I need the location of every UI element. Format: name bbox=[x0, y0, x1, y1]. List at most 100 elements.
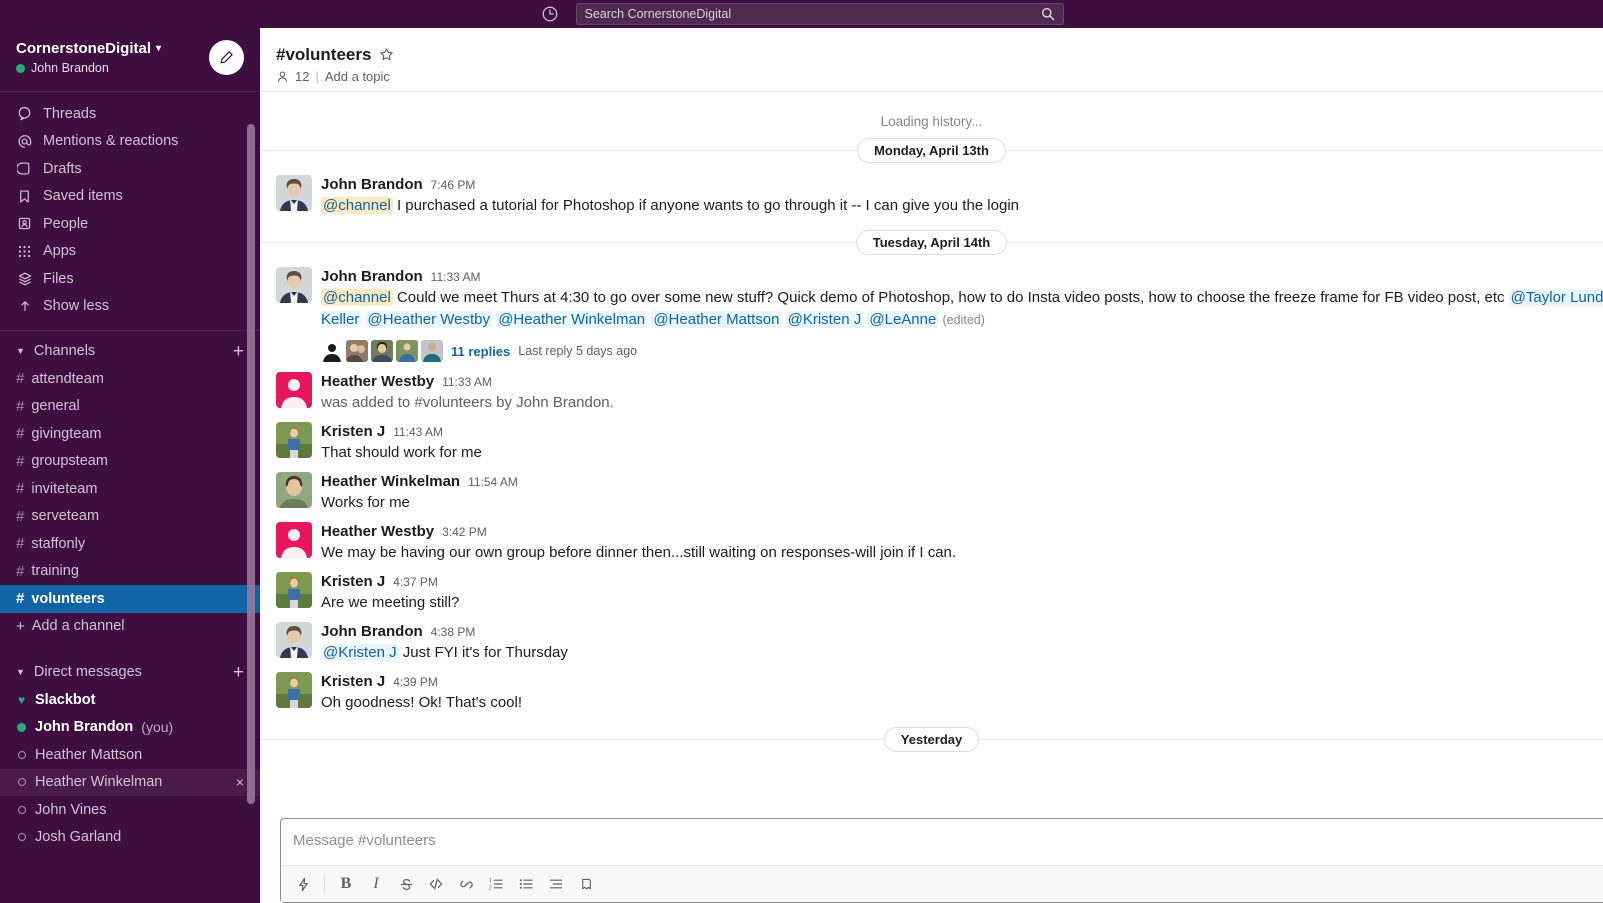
channel-mention[interactable]: @channel bbox=[321, 289, 393, 306]
message-timestamp[interactable]: 3:42 PM bbox=[442, 522, 487, 542]
message-author[interactable]: Kristen J bbox=[321, 672, 385, 692]
workspace-header[interactable]: CornerstoneDigital ▾ John Brandon bbox=[0, 28, 260, 92]
close-dm-icon[interactable]: × bbox=[236, 774, 244, 790]
message-timestamp[interactable]: 11:33 AM bbox=[431, 267, 481, 287]
message-author[interactable]: Kristen J bbox=[321, 572, 385, 592]
sidebar-channel-givingteam[interactable]: # givingteam bbox=[0, 420, 260, 448]
date-pill[interactable]: Monday, April 13th bbox=[857, 137, 1006, 163]
sidebar-item-mentions[interactable]: Mentions & reactions bbox=[0, 128, 260, 156]
message-author[interactable]: Heather Westby bbox=[321, 522, 434, 542]
user-mention[interactable]: @Kristen J bbox=[785, 311, 864, 328]
sidebar-dm-heather-winkelman[interactable]: Heather Winkelman × bbox=[0, 768, 260, 796]
channels-section-header[interactable]: ▼ Channels + bbox=[0, 337, 260, 365]
add-channel-icon[interactable]: + bbox=[233, 342, 244, 361]
message-text: @channel I purchased a tutorial for Phot… bbox=[321, 195, 1583, 217]
new-dm-icon[interactable]: + bbox=[233, 663, 244, 682]
message-timestamp[interactable]: 4:39 PM bbox=[393, 672, 438, 692]
add-topic-button[interactable]: Add a topic bbox=[325, 69, 390, 84]
sidebar-channel-serveteam[interactable]: # serveteam bbox=[0, 503, 260, 531]
message-input[interactable]: Message #volunteers bbox=[281, 819, 1603, 865]
user-mention[interactable]: @Heather Mattson bbox=[651, 311, 782, 328]
bulleted-list-button[interactable] bbox=[512, 871, 540, 897]
italic-button[interactable]: I bbox=[362, 871, 390, 897]
sidebar-item-apps[interactable]: Apps bbox=[0, 238, 260, 266]
message-timestamp[interactable]: 7:46 PM bbox=[431, 175, 476, 195]
message-timestamp[interactable]: 11:43 AM bbox=[393, 422, 443, 442]
history-clock-icon[interactable] bbox=[540, 4, 560, 24]
sidebar-item-show-less[interactable]: Show less bbox=[0, 293, 260, 321]
date-pill[interactable]: Yesterday bbox=[883, 726, 980, 752]
sidebar-channel-volunteers[interactable]: # volunteers bbox=[0, 585, 260, 613]
member-count[interactable]: 12 bbox=[295, 69, 309, 84]
workspace-switcher[interactable]: CornerstoneDigital ▾ bbox=[16, 40, 161, 58]
john-brandon-avatar[interactable] bbox=[276, 267, 312, 303]
dm-section-header[interactable]: ▼ Direct messages + bbox=[0, 658, 260, 686]
message-timestamp[interactable]: 11:33 AM bbox=[442, 372, 492, 392]
blockquote-button[interactable] bbox=[542, 871, 570, 897]
star-outline-icon[interactable] bbox=[379, 47, 394, 62]
sidebar-item-threads[interactable]: Threads bbox=[0, 100, 260, 128]
composer-wrapper: Message #volunteers B I 1 2 bbox=[260, 818, 1603, 903]
kristen-j-avatar[interactable] bbox=[276, 672, 312, 708]
kristen-j-avatar[interactable] bbox=[276, 572, 312, 608]
user-mention[interactable]: @LeAnne bbox=[867, 311, 939, 328]
code-block-button[interactable] bbox=[572, 871, 600, 897]
sidebar-dm-john-brandon[interactable]: John Brandon (you) bbox=[0, 714, 260, 742]
reply-avatar-4 bbox=[396, 340, 418, 362]
channel-mention[interactable]: @channel bbox=[321, 197, 393, 214]
shortcuts-lightning-icon[interactable] bbox=[289, 871, 317, 897]
message-author[interactable]: John Brandon bbox=[321, 175, 423, 195]
ordered-list-button[interactable]: 1 2 bbox=[482, 871, 510, 897]
add-a-channel-button[interactable]: + Add a channel bbox=[0, 613, 260, 641]
sidebar-channel-groupsteam[interactable]: # groupsteam bbox=[0, 448, 260, 476]
sidebar-item-people[interactable]: People bbox=[0, 210, 260, 238]
strikethrough-button[interactable] bbox=[392, 871, 420, 897]
sidebar-channel-general[interactable]: # general bbox=[0, 393, 260, 421]
message-author[interactable]: Heather Winkelman bbox=[321, 472, 460, 492]
message-author[interactable]: John Brandon bbox=[321, 622, 423, 642]
message-item: Heather Winkelman 11:54 AM Works for me bbox=[260, 468, 1603, 518]
message-author[interactable]: Kristen J bbox=[321, 422, 385, 442]
sidebar-item-drafts[interactable]: Drafts bbox=[0, 155, 260, 183]
kristen-j-avatar[interactable] bbox=[276, 422, 312, 458]
search-icon[interactable] bbox=[1041, 7, 1055, 21]
heather-winkelman-avatar[interactable] bbox=[276, 472, 312, 508]
presence-online-icon bbox=[16, 722, 27, 732]
user-mention[interactable]: @Heather Winkelman bbox=[496, 311, 648, 328]
message-timestamp[interactable]: 4:37 PM bbox=[393, 572, 438, 592]
sidebar-dm-heather-mattson[interactable]: Heather Mattson bbox=[0, 741, 260, 769]
message-author[interactable]: Heather Westby bbox=[321, 372, 434, 392]
link-button[interactable] bbox=[452, 871, 480, 897]
user-mention[interactable]: @Heather Westby bbox=[365, 311, 493, 328]
john-brandon-avatar[interactable] bbox=[276, 622, 312, 658]
heather-westby-avatar[interactable] bbox=[276, 522, 312, 558]
sidebar-item-files[interactable]: Files bbox=[0, 265, 260, 293]
compose-message-button[interactable] bbox=[209, 40, 244, 75]
user-mention[interactable]: @Kristen J bbox=[321, 644, 399, 661]
sidebar-channel-attendteam[interactable]: # attendteam bbox=[0, 365, 260, 393]
thread-replies-button[interactable]: 11 replies Last reply 5 days ago bbox=[321, 338, 1583, 364]
sidebar-item-saved[interactable]: Saved items bbox=[0, 183, 260, 211]
sidebar-channel-inviteteam[interactable]: # inviteteam bbox=[0, 475, 260, 503]
message-composer[interactable]: Message #volunteers B I 1 2 bbox=[280, 818, 1603, 903]
message-timestamp[interactable]: 4:38 PM bbox=[431, 622, 476, 642]
sidebar-dm-josh-garland[interactable]: Josh Garland bbox=[0, 824, 260, 852]
bold-button[interactable]: B bbox=[332, 871, 360, 897]
code-button[interactable] bbox=[422, 871, 450, 897]
member-icon[interactable] bbox=[276, 70, 289, 83]
message-author[interactable]: John Brandon bbox=[321, 267, 423, 287]
current-user[interactable]: John Brandon bbox=[16, 61, 161, 75]
message-timestamp[interactable]: 11:54 AM bbox=[468, 472, 518, 492]
page-title[interactable]: #volunteers bbox=[276, 45, 371, 65]
sidebar-channel-training[interactable]: # training bbox=[0, 558, 260, 586]
message-list[interactable]: Loading history... Monday, April 13th Jo… bbox=[260, 92, 1603, 818]
date-pill[interactable]: Tuesday, April 14th bbox=[855, 229, 1008, 255]
sidebar-channel-staffonly[interactable]: # staffonly bbox=[0, 530, 260, 558]
sidebar-scrollbar[interactable] bbox=[247, 124, 255, 804]
sidebar-dm-slackbot[interactable]: ♥ Slackbot bbox=[0, 686, 260, 714]
sidebar-dm-john-vines[interactable]: John Vines bbox=[0, 796, 260, 824]
search-input[interactable]: Search CornerstoneDigital bbox=[575, 3, 1064, 25]
thread-reply-count[interactable]: 11 replies bbox=[451, 344, 510, 359]
john-brandon-avatar[interactable] bbox=[276, 175, 312, 211]
heather-westby-avatar[interactable] bbox=[276, 372, 312, 408]
